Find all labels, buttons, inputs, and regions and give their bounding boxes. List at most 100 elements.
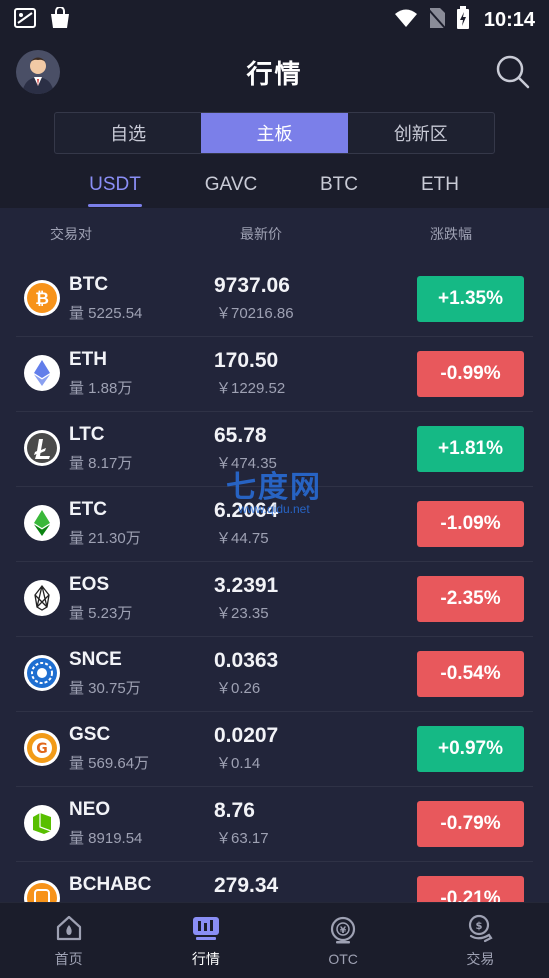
row-symbol: LTC (69, 424, 105, 445)
search-icon (496, 55, 530, 89)
bitcoin-icon: ₿ (24, 280, 60, 316)
segment-favorites[interactable]: 自选 (55, 113, 201, 153)
tab-btc-label: BTC (320, 174, 358, 195)
neo-icon (24, 805, 60, 841)
nav-market[interactable]: 行情 (137, 903, 274, 978)
nav-market-label: 行情 (191, 950, 220, 967)
search-button[interactable] (495, 54, 531, 90)
row-price: 8.76 (214, 799, 255, 822)
row-change-badge[interactable]: +1.81% (417, 426, 524, 472)
row-price: 0.0363 (214, 649, 279, 672)
nav-home[interactable]: 首页 (0, 903, 137, 978)
header: 行情 (0, 40, 549, 104)
litecoin-icon (24, 430, 60, 466)
avatar[interactable] (16, 50, 60, 94)
market-row[interactable]: SNCE 量 30.75万 0.0363 ￥0.26 -0.54% (0, 637, 549, 712)
tab-usdt-label: USDT (89, 174, 141, 195)
row-price: 279.34 (214, 874, 279, 897)
segment-main-board[interactable]: 主板 (201, 113, 348, 153)
nav-home-label: 首页 (54, 950, 83, 967)
bottom-nav: 首页 行情 ¥ OTC $ 交易 (0, 902, 549, 978)
row-cny-price: ￥0.14 (216, 755, 261, 772)
nav-otc[interactable]: ¥ OTC (275, 903, 412, 978)
market-row[interactable]: ETC 量 21.30万 6.2064 ￥44.75 -1.09% (0, 487, 549, 562)
page-title: 行情 (246, 58, 303, 89)
row-price: 65.78 (214, 424, 267, 447)
wifi-icon (394, 8, 418, 33)
row-change-badge[interactable]: -2.35% (417, 576, 524, 622)
row-cny-price: ￥0.26 (216, 680, 261, 697)
row-symbol: EOS (69, 574, 110, 595)
ethereum-icon (24, 355, 60, 391)
tab-gavc[interactable]: GAVC (202, 164, 260, 208)
row-price: 6.2064 (214, 499, 279, 522)
market-icon (192, 916, 219, 940)
row-cny-price: ￥1229.52 (216, 380, 286, 397)
market-row[interactable]: BCHABC 279.34 -0.21% (0, 862, 549, 902)
eos-icon (24, 580, 60, 616)
market-row[interactable]: G GSC 量 569.64万 0.0207 ￥0.14 +0.97% (0, 712, 549, 787)
row-change-badge[interactable]: -0.54% (417, 651, 524, 697)
row-volume: 量 1.88万 (69, 380, 133, 397)
column-change: 涨跌幅 (430, 226, 472, 242)
no-sim-icon (428, 7, 446, 34)
row-cny-price: ￥44.75 (216, 530, 269, 547)
market-row[interactable]: ETH 量 1.88万 170.50 ￥1229.52 -0.99% (0, 337, 549, 412)
row-volume: 量 5225.54 (69, 305, 143, 322)
row-volume: 量 30.75万 (69, 680, 141, 697)
market-list[interactable]: 交易对 最新价 涨跌幅 ₿ BTC 量 5225.54 9737.06 ￥702… (0, 208, 549, 902)
market-row[interactable]: NEO 量 8919.54 8.76 ￥63.17 -0.79% (0, 787, 549, 862)
column-pair: 交易对 (50, 226, 92, 242)
nav-trade[interactable]: $ 交易 (412, 903, 549, 978)
gsc-icon: G (24, 730, 60, 766)
market-row[interactable]: EOS 量 5.23万 3.2391 ￥23.35 -2.35% (0, 562, 549, 637)
shopping-bag-icon (48, 5, 72, 34)
row-symbol: SNCE (69, 649, 122, 670)
market-row[interactable]: ₿ BTC 量 5225.54 9737.06 ￥70216.86 +1.35% (0, 262, 549, 337)
column-headers: 交易对 最新价 涨跌幅 (0, 208, 549, 254)
otc-icon: ¥ (331, 916, 356, 943)
row-cny-price: ￥474.35 (216, 455, 277, 472)
row-cny-price: ￥23.35 (216, 605, 269, 622)
row-volume: 量 8919.54 (69, 830, 143, 847)
segment-innovation[interactable]: 创新区 (348, 113, 494, 153)
nav-trade-label: 交易 (466, 950, 495, 967)
row-symbol: ETC (69, 499, 107, 520)
row-cny-price: ￥63.17 (216, 830, 269, 847)
quote-currency-tabs: USDT GAVC BTC ETH (0, 164, 549, 208)
status-time: 10:14 (483, 8, 535, 31)
row-change-badge[interactable]: -0.99% (417, 351, 524, 397)
row-volume: 量 5.23万 (69, 605, 133, 622)
row-change-badge[interactable]: +1.35% (417, 276, 524, 322)
snce-icon (24, 655, 60, 691)
market-row[interactable]: LTC 量 8.17万 65.78 ￥474.35 +1.81% (0, 412, 549, 487)
home-icon (56, 915, 81, 940)
row-price: 9737.06 (214, 274, 290, 297)
active-tab-indicator (88, 204, 142, 207)
row-symbol: NEO (69, 799, 111, 820)
row-symbol: BTC (69, 274, 109, 295)
row-symbol: BCHABC (69, 874, 152, 895)
tab-eth[interactable]: ETH (418, 164, 462, 208)
nav-otc-label: OTC (328, 950, 358, 967)
ethereum-classic-icon (24, 505, 60, 541)
row-volume: 量 21.30万 (69, 530, 141, 547)
tab-usdt[interactable]: USDT (88, 164, 142, 208)
row-change-badge[interactable]: -0.21% (417, 876, 524, 902)
row-cny-price: ￥70216.86 (216, 305, 294, 322)
tab-btc[interactable]: BTC (318, 164, 360, 208)
row-volume: 量 8.17万 (69, 455, 133, 472)
row-price: 0.0207 (214, 724, 279, 747)
battery-charging-icon (456, 5, 470, 35)
row-volume: 量 569.64万 (69, 755, 150, 772)
status-bar: 10:14 (0, 0, 549, 40)
row-change-badge[interactable]: -0.79% (417, 801, 524, 847)
notification-icon (14, 7, 36, 33)
row-symbol: GSC (69, 724, 111, 745)
trade-icon: $ (469, 914, 493, 942)
row-symbol: ETH (69, 349, 107, 370)
row-change-badge[interactable]: +0.97% (417, 726, 524, 772)
svg-text:$: $ (476, 921, 483, 932)
board-segment-control: 自选 主板 创新区 (54, 112, 495, 154)
row-change-badge[interactable]: -1.09% (417, 501, 524, 547)
